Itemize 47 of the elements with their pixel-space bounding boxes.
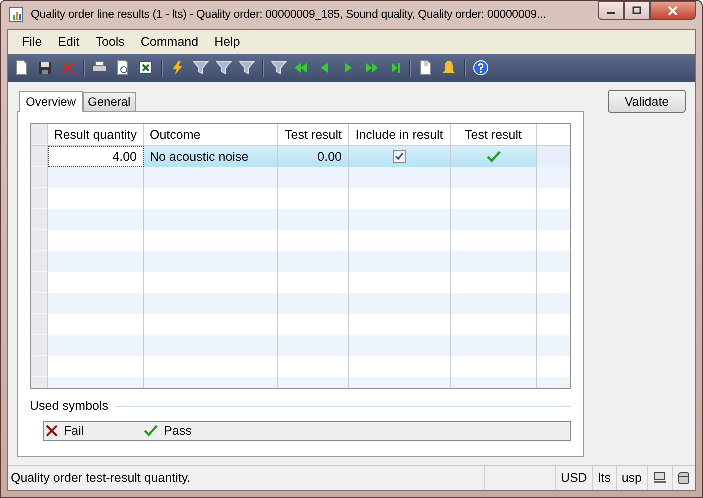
menu-item[interactable]: Edit (50, 35, 88, 49)
column-header[interactable]: Outcome (144, 124, 278, 145)
column-header[interactable]: Test result (278, 124, 349, 145)
filter-icon[interactable] (239, 60, 255, 76)
help-icon[interactable] (473, 60, 489, 76)
check-icon (144, 425, 158, 437)
group-title: Used symbols (30, 399, 108, 413)
tab[interactable]: Overview (19, 91, 84, 112)
first-record-icon[interactable] (271, 60, 287, 76)
legend-label: Pass (164, 424, 192, 438)
lightning-icon[interactable] (170, 60, 186, 76)
table-cell[interactable]: 4.00 (48, 146, 144, 167)
maximize-icon (632, 6, 642, 15)
computer-icon (653, 472, 667, 484)
status-field: usp (616, 466, 647, 490)
window-title: Quality order line results (1 - lts) - Quality order: 00000009_185, Sound quality, Quality order: 00000009... (31, 9, 547, 21)
filter-icon[interactable] (216, 60, 232, 76)
close-button[interactable] (650, 1, 696, 20)
minimize-button[interactable] (598, 1, 624, 20)
menu-item[interactable]: Command (132, 35, 207, 49)
menu-item[interactable]: Help (206, 35, 248, 49)
maximize-button[interactable] (624, 1, 650, 20)
status-message: Quality order test-result quantity. (10, 470, 192, 487)
print-preview-icon[interactable] (115, 60, 131, 76)
document-icon[interactable] (418, 60, 434, 76)
checkbox[interactable] (393, 150, 406, 163)
bell-icon[interactable] (441, 60, 457, 76)
column-header[interactable]: Test result (451, 124, 537, 145)
menu-item[interactable]: File (14, 35, 50, 49)
tab[interactable]: General (83, 92, 136, 111)
cross-icon (46, 425, 58, 437)
new-document-icon[interactable] (14, 60, 30, 76)
previous-page-icon[interactable] (294, 60, 310, 76)
menu-item[interactable]: Tools (88, 35, 133, 49)
database-icon (678, 472, 690, 484)
app-icon (9, 7, 25, 23)
close-icon (667, 6, 679, 16)
spreadsheet-icon[interactable] (138, 60, 154, 76)
column-header[interactable]: Result quantity (48, 124, 144, 145)
next-page-icon[interactable] (363, 60, 379, 76)
legend-label: Fail (64, 424, 84, 438)
filter-icon[interactable] (193, 60, 209, 76)
save-icon[interactable] (37, 60, 53, 76)
validate-button[interactable]: Validate (608, 90, 686, 113)
status-field: lts (592, 466, 616, 490)
column-header[interactable]: Include in result (349, 124, 451, 145)
status-field: USD (554, 466, 592, 490)
